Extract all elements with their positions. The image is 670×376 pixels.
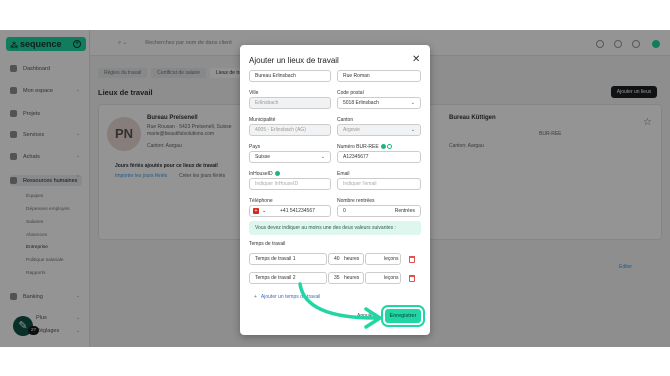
phone-label: Téléphone — [249, 198, 273, 204]
worktime-label: Temps de travail — [249, 241, 286, 247]
country-select[interactable]: Suisse ⌄ — [249, 151, 331, 163]
info-icon[interactable] — [274, 171, 280, 177]
municipality-label: Municipalité — [249, 117, 276, 123]
chevron-down-icon: ⌄ — [410, 127, 415, 133]
worktime-lessons-1[interactable]: leçons — [365, 253, 401, 265]
worktime-name-2[interactable]: Temps de travail 2 — [249, 272, 327, 284]
canton-label: Canton — [337, 117, 354, 123]
street-input[interactable]: Rue Roman — [337, 70, 421, 82]
swiss-flag-icon[interactable]: + — [253, 208, 259, 214]
trash-icon[interactable] — [409, 256, 415, 263]
location-name-input[interactable]: Bureau Erlinsbach — [249, 70, 331, 82]
email-label: Email — [337, 171, 350, 177]
postal-select[interactable]: 5018 Erlinsbach ⌄ — [337, 97, 421, 109]
entries-label: Nombre rentrées — [337, 198, 375, 204]
info-outline-icon[interactable] — [386, 144, 392, 150]
postal-label: Code postal — [337, 90, 364, 96]
phone-input[interactable]: + ⌄ +41 541234567 — [249, 205, 331, 217]
email-input[interactable]: Indiquer l'email — [337, 178, 421, 190]
trash-icon[interactable] — [409, 275, 415, 282]
bur-input[interactable]: A12345677 — [337, 151, 421, 163]
inhouse-label: InHouseID — [249, 171, 280, 177]
add-location-modal: Ajouter un lieux de travail ✕ Bureau Erl… — [240, 45, 430, 335]
entries-input[interactable]: 0 Rentrées — [337, 205, 421, 217]
chevron-down-icon: ⌄ — [410, 100, 415, 106]
save-button[interactable]: Enregistrer — [381, 305, 425, 327]
inhouse-input[interactable]: Indiquer InHouseID — [249, 178, 331, 190]
worktime-hours-2[interactable]: 35 heures — [328, 272, 364, 284]
city-input: Erlinsbach — [249, 97, 331, 109]
notice-banner: Vous devez indiquer au moins une des deu… — [249, 221, 421, 235]
country-label: Pays — [249, 144, 261, 150]
modal-title: Ajouter un lieux de travail — [249, 56, 339, 65]
bur-label: Numéro BUR-REE — [337, 144, 392, 150]
worktime-name-1[interactable]: Temps de travail 1 — [249, 253, 327, 265]
municipality-input: 4005 - Erlinsbach (AG) — [249, 124, 331, 136]
plus-icon: + — [254, 294, 257, 300]
canton-select: Argovie ⌄ — [337, 124, 421, 136]
chevron-down-icon[interactable]: ⌄ — [262, 206, 266, 216]
close-icon[interactable]: ✕ — [412, 54, 420, 65]
chevron-down-icon: ⌄ — [320, 154, 325, 160]
add-worktime-button[interactable]: + Ajouter un temps de travail — [254, 294, 320, 300]
info-icon[interactable] — [380, 144, 386, 150]
worktime-hours-1[interactable]: 40 heures — [328, 253, 364, 265]
city-label: Ville — [249, 90, 259, 96]
cancel-button[interactable]: Annuler — [357, 313, 374, 319]
worktime-lessons-2[interactable]: leçons — [365, 272, 401, 284]
